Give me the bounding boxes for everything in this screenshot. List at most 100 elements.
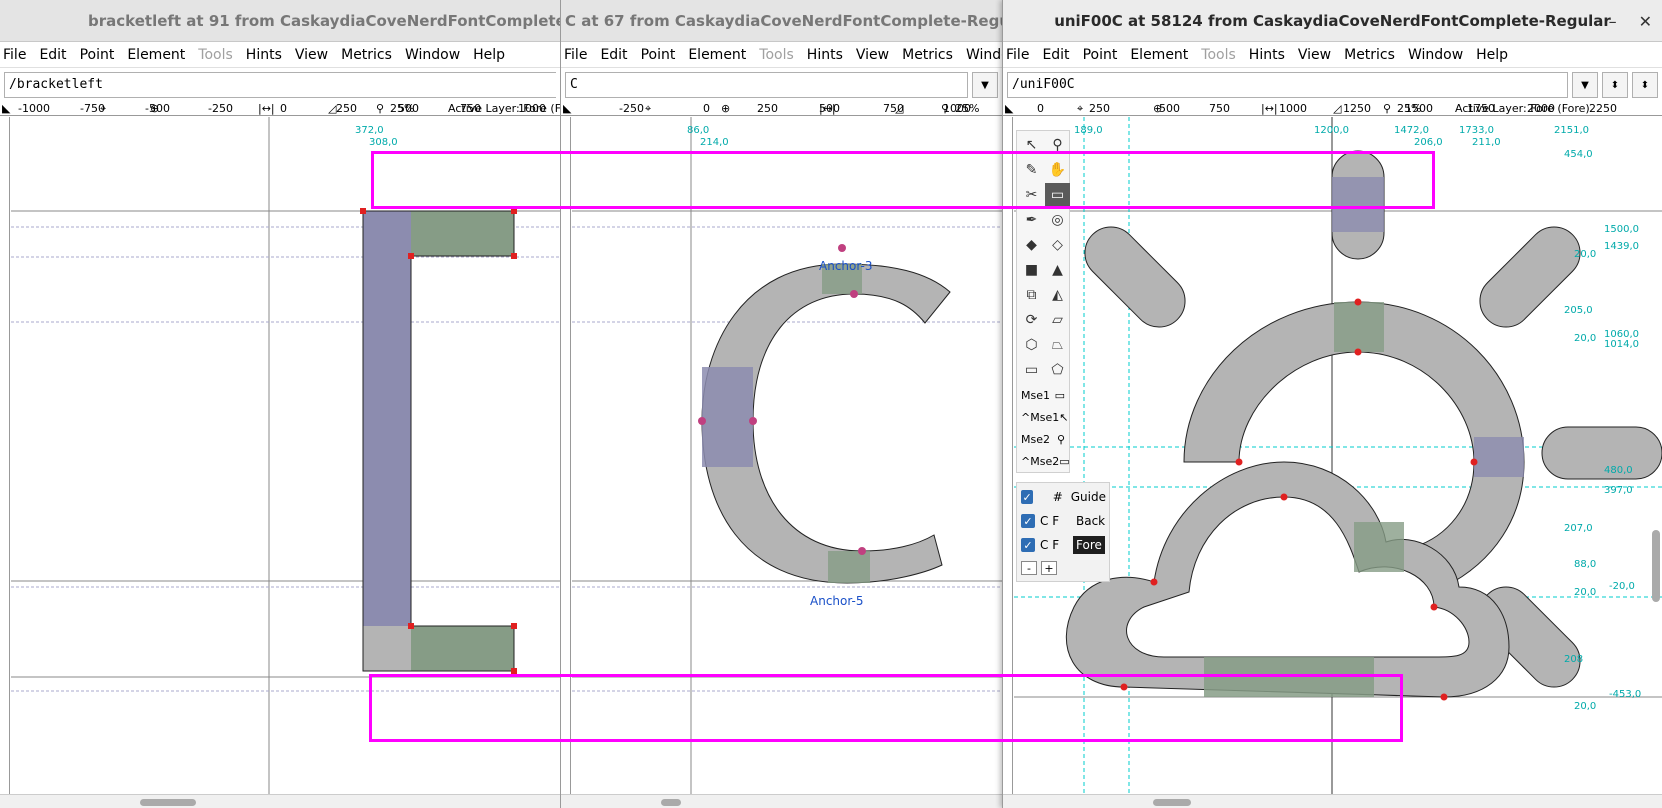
measure-label: 207,0 (1564, 523, 1593, 534)
point-info-icon: ⌖ (100, 102, 107, 115)
menu-window[interactable]: Window (966, 47, 1002, 63)
spiro-tool-icon[interactable]: ◎ (1045, 208, 1070, 232)
ruler-tick: -250 (208, 102, 233, 115)
menu-bar: File Edit Point Element Tools Hints View… (1003, 42, 1662, 68)
menu-file[interactable]: File (1006, 47, 1036, 63)
glyph-name-dropdown[interactable]: ▼ (972, 72, 998, 98)
check-icon[interactable]: ✓ (1021, 538, 1035, 552)
curve-point-tool-icon[interactable]: ◆ (1019, 233, 1044, 257)
glyph-name-input[interactable]: /uniF00C (1007, 72, 1568, 98)
measure-label: 88,0 (1574, 559, 1596, 570)
horizontal-scrollbar[interactable] (1003, 794, 1662, 808)
menu-view[interactable]: View (856, 47, 896, 63)
window-title-bar[interactable]: C at 67 from CaskaydiaCoveNerdFontComple… (561, 0, 1002, 42)
scroll-hand-tool-icon[interactable]: ✋ (1045, 158, 1070, 182)
knife-tool-icon[interactable]: ✂ (1019, 183, 1044, 207)
glyph-window-C: C at 67 from CaskaydiaCoveNerdFontComple… (560, 0, 1002, 808)
tools-palette: ↖ ⚲ ✎ ✋ ✂ ▭ ✒ ◎ ◆ ◇ ■ ▲ ⧉ ◭ ⟳ ▱ ⬡ ⏢ ▭ ⬠ … (1016, 130, 1070, 473)
perspective-tool-icon[interactable]: ⏢ (1045, 333, 1070, 357)
rectangle-tool-icon[interactable]: ▭ (1019, 358, 1044, 382)
pointer-tool-icon[interactable]: ↖ (1019, 133, 1044, 157)
ruler-tool-icon[interactable]: ▭ (1045, 183, 1070, 207)
freehand-tool-icon[interactable]: ✎ (1019, 158, 1044, 182)
menu-edit[interactable]: Edit (600, 47, 634, 63)
horizontal-scrollbar[interactable] (0, 794, 560, 808)
measure-label: 211,0 (1472, 137, 1501, 148)
rotate-tool-icon[interactable]: ⟳ (1019, 308, 1044, 332)
menu-element[interactable]: Element (1130, 47, 1195, 63)
glyph-name-dropdown[interactable]: ▼ (1572, 72, 1598, 98)
add-layer-button[interactable]: + (1041, 561, 1057, 575)
tangent-point-tool-icon[interactable]: ▲ (1045, 258, 1070, 282)
zoom-level: 25% (955, 102, 980, 115)
glyph-name-input[interactable]: C (565, 72, 968, 98)
pen-tool-icon[interactable]: ✒ (1019, 208, 1044, 232)
menu-file[interactable]: File (564, 47, 594, 63)
menu-point[interactable]: Point (1083, 47, 1125, 63)
measure-label: 1500,0 (1604, 224, 1639, 235)
menu-window[interactable]: Window (1408, 47, 1470, 63)
polygon-tool-icon[interactable]: ⬠ (1045, 358, 1070, 382)
close-button[interactable]: ✕ (1639, 12, 1652, 31)
ruler-tick: -250 (619, 102, 644, 115)
menu-hints[interactable]: Hints (807, 47, 850, 63)
layer-back[interactable]: ✓ C F Back (1017, 509, 1109, 533)
menu-help[interactable]: Help (1476, 47, 1515, 63)
glyph-canvas[interactable]: 372,0 308,0 (11, 117, 560, 794)
skew-tool-icon[interactable]: ▱ (1045, 308, 1070, 332)
layer-fore[interactable]: ✓ C F Fore (1017, 533, 1109, 557)
magnify-icon: ⚲ (1056, 432, 1065, 446)
menu-view[interactable]: View (295, 47, 335, 63)
layer-guide[interactable]: ✓ # Guide (1017, 485, 1109, 509)
menu-element[interactable]: Element (688, 47, 753, 63)
menu-help[interactable]: Help (473, 47, 512, 63)
glyph-canvas[interactable]: 189,0 1200,0 1472,0 1733,0 2151,0 211,0 … (1014, 117, 1662, 794)
vertical-ruler (0, 117, 10, 794)
horizontal-scrollbar[interactable] (561, 794, 1002, 808)
glyph-name-input[interactable]: /bracketleft (4, 72, 556, 98)
menu-file[interactable]: File (3, 47, 33, 63)
3d-rotate-tool-icon[interactable]: ⬡ (1019, 333, 1044, 357)
ruler-tick: 0 (280, 102, 287, 115)
measure-label: -453,0 (1609, 689, 1641, 700)
menu-hints[interactable]: Hints (1249, 47, 1292, 63)
menu-edit[interactable]: Edit (1042, 47, 1076, 63)
menu-metrics[interactable]: Metrics (902, 47, 960, 63)
menu-metrics[interactable]: Metrics (341, 47, 399, 63)
vertical-scrollbar[interactable] (1652, 530, 1660, 602)
magnify-tool-icon[interactable]: ⚲ (1045, 133, 1070, 157)
menu-metrics[interactable]: Metrics (1344, 47, 1402, 63)
menu-point[interactable]: Point (641, 47, 683, 63)
check-icon[interactable]: ✓ (1021, 490, 1034, 504)
glyph-name-bar: C ▼ (561, 68, 1002, 102)
menu-tools: Tools (198, 46, 233, 63)
menu-hints[interactable]: Hints (246, 47, 289, 63)
active-layer-label: Active Layer: Fore (Fore) (1455, 102, 1590, 115)
window-title-bar[interactable]: uniF00C at 58124 from CaskaydiaCoveNerdF… (1003, 0, 1662, 42)
menu-tools: Tools (759, 46, 794, 63)
check-icon[interactable]: ✓ (1021, 514, 1035, 528)
window-title-bar[interactable]: bracketleft at 91 from CaskaydiaCoveNerd… (0, 0, 560, 42)
menu-element[interactable]: Element (127, 47, 192, 63)
flip-tool-icon[interactable]: ◭ (1045, 283, 1070, 307)
menu-window[interactable]: Window (405, 47, 467, 63)
prev-glyph-button[interactable]: ⬍ (1602, 72, 1628, 98)
scale-tool-icon[interactable]: ⧉ (1019, 283, 1044, 307)
hvcurve-point-tool-icon[interactable]: ◇ (1045, 233, 1070, 257)
ruler-tick: 0 (1037, 102, 1044, 115)
minimize-button[interactable]: – (1609, 12, 1617, 31)
menu-point[interactable]: Point (80, 47, 122, 63)
next-glyph-button[interactable]: ⬍ (1632, 72, 1658, 98)
mouse-button-2-ctrl-label: ^Mse2 ▭ (1021, 454, 1070, 468)
window-title: C at 67 from CaskaydiaCoveNerdFontComple… (565, 11, 1002, 30)
ruler-tick: 1000 (1279, 102, 1307, 115)
chevron-down-icon: ▼ (1581, 79, 1589, 91)
menu-view[interactable]: View (1298, 47, 1338, 63)
glyph-canvas[interactable]: Anchor-3 Anchor-5 86,0 214,0 (572, 117, 1002, 794)
remove-layer-button[interactable]: - (1021, 561, 1037, 575)
point-info-icon: ⌖ (1077, 102, 1084, 115)
ruler-tick: 250 (757, 102, 778, 115)
corner-point-tool-icon[interactable]: ■ (1019, 258, 1044, 282)
measure-label: 208 (1564, 654, 1583, 665)
menu-edit[interactable]: Edit (39, 47, 73, 63)
